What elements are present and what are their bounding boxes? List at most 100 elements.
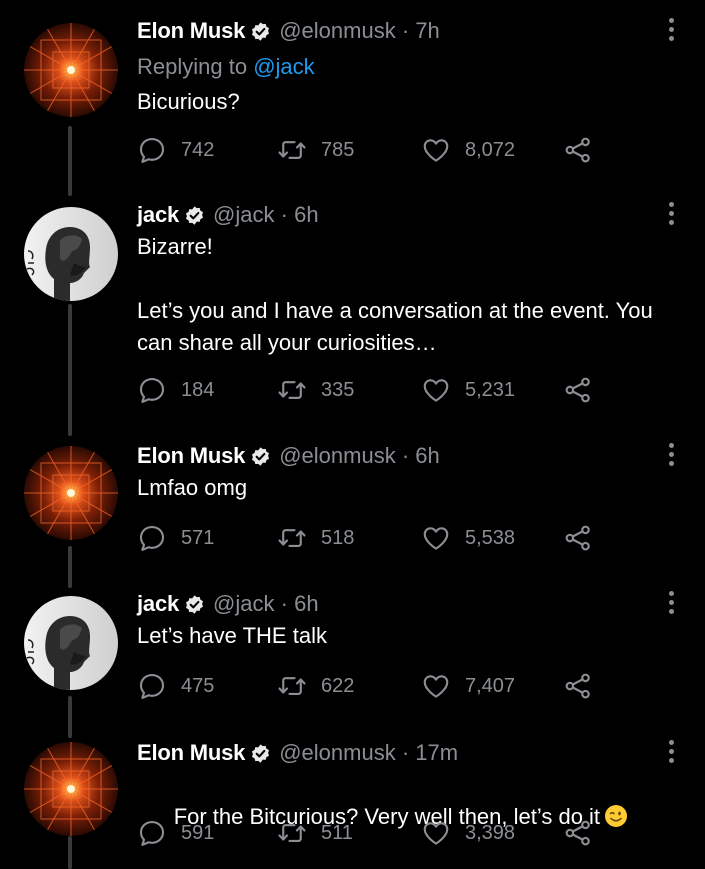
more-options-icon[interactable] xyxy=(659,202,683,232)
reply-count: 571 xyxy=(181,526,215,549)
reply-button[interactable]: 571 xyxy=(137,522,214,554)
reply-icon xyxy=(139,820,165,846)
reply-icon xyxy=(139,525,165,551)
share-icon xyxy=(565,673,590,699)
timestamp[interactable]: 6h xyxy=(415,443,439,469)
like-button[interactable]: 3,398 xyxy=(421,817,515,849)
retweet-count: 622 xyxy=(321,674,355,697)
share-icon xyxy=(565,377,590,403)
like-count: 5,231 xyxy=(465,378,516,401)
share-button[interactable] xyxy=(563,374,593,406)
thread-line xyxy=(68,546,72,588)
separator: · xyxy=(280,591,288,616)
display-name[interactable]: Elon Musk xyxy=(137,443,245,469)
handle[interactable]: @elonmusk xyxy=(279,18,396,44)
more-options-icon[interactable] xyxy=(659,591,683,621)
tweet-actions: 571 518 5,538 xyxy=(137,522,607,554)
more-options-icon[interactable] xyxy=(659,443,683,473)
display-name[interactable]: Elon Musk xyxy=(137,18,245,44)
jack-avatar[interactable] xyxy=(24,207,118,301)
retweet-button[interactable]: 335 xyxy=(277,374,354,406)
retweet-icon xyxy=(278,381,306,399)
retweet-button[interactable]: 518 xyxy=(277,522,354,554)
like-button[interactable]: 8,072 xyxy=(421,134,515,166)
elon-avatar[interactable] xyxy=(24,446,118,540)
retweet-count: 335 xyxy=(321,378,355,401)
heart-icon xyxy=(423,379,449,402)
timestamp[interactable]: 6h xyxy=(294,202,318,228)
retweet-icon xyxy=(278,141,306,159)
retweet-icon xyxy=(278,529,306,547)
jack-avatar[interactable] xyxy=(24,596,118,690)
tweet-header: Elon Musk @elonmusk · 7h xyxy=(137,18,665,44)
reply-count: 475 xyxy=(181,674,215,697)
retweet-count: 518 xyxy=(321,526,355,549)
like-count: 8,072 xyxy=(465,138,516,161)
verified-badge-icon xyxy=(250,743,271,764)
handle[interactable]: @jack xyxy=(213,202,274,228)
tweet-actions: 475 622 7,407 xyxy=(137,670,607,702)
tweet-text: Bicurious? xyxy=(137,89,240,114)
more-options-icon[interactable] xyxy=(659,18,683,48)
display-name[interactable]: jack xyxy=(137,202,179,228)
elon-avatar[interactable] xyxy=(24,23,118,117)
reply-button[interactable]: 184 xyxy=(137,374,214,406)
tweet-actions: 184 335 5,231 xyxy=(137,374,607,406)
reply-count: 742 xyxy=(181,138,215,161)
reply-button[interactable]: 475 xyxy=(137,670,214,702)
retweet-button[interactable]: 785 xyxy=(277,134,354,166)
timestamp[interactable]: 6h xyxy=(294,591,318,617)
separator: · xyxy=(401,740,410,765)
like-button[interactable]: 7,407 xyxy=(421,670,515,702)
heart-icon xyxy=(423,139,449,162)
share-button[interactable] xyxy=(563,670,593,702)
reply-button[interactable]: 591 xyxy=(137,817,214,849)
separator: · xyxy=(401,443,410,468)
share-button[interactable] xyxy=(563,817,593,849)
share-icon xyxy=(565,137,590,163)
reply-count: 184 xyxy=(181,378,215,401)
tweet-header: jack @jack · 6h xyxy=(137,202,665,228)
share-button[interactable] xyxy=(563,134,593,166)
thread-line xyxy=(68,304,72,436)
handle[interactable]: @elonmusk xyxy=(279,740,396,766)
like-count: 5,538 xyxy=(465,526,516,549)
retweet-button[interactable]: 511 xyxy=(277,817,353,849)
retweet-icon xyxy=(278,677,306,695)
timestamp[interactable]: 17m xyxy=(415,740,458,766)
handle[interactable]: @jack xyxy=(213,591,274,617)
display-name[interactable]: jack xyxy=(137,591,179,617)
like-count: 3,398 xyxy=(465,821,516,844)
heart-icon xyxy=(423,675,449,698)
reply-icon xyxy=(139,673,165,699)
replying-to-link[interactable]: @jack xyxy=(253,54,314,79)
heart-icon xyxy=(423,527,449,550)
retweet-button[interactable]: 622 xyxy=(277,670,354,702)
more-options-icon[interactable] xyxy=(659,740,683,770)
tweet-text: Bizarre! Let’s you and I have a conversa… xyxy=(137,234,653,355)
winking-face-emoji xyxy=(604,804,628,828)
like-button[interactable]: 5,231 xyxy=(421,374,515,406)
display-name[interactable]: Elon Musk xyxy=(137,740,245,766)
reply-icon xyxy=(139,377,165,403)
share-button[interactable] xyxy=(563,522,593,554)
heart-icon xyxy=(423,822,449,845)
replying-prefix: Replying to xyxy=(137,54,248,79)
reply-button[interactable]: 742 xyxy=(137,134,214,166)
tweet-header: jack @jack · 6h xyxy=(137,591,665,617)
elon-avatar[interactable] xyxy=(24,742,118,836)
retweet-count: 785 xyxy=(321,138,355,161)
like-count: 7,407 xyxy=(465,674,516,697)
retweet-count: 511 xyxy=(321,821,353,844)
handle[interactable]: @elonmusk xyxy=(279,443,396,469)
reply-count: 591 xyxy=(181,821,215,844)
like-button[interactable]: 5,538 xyxy=(421,522,515,554)
thread-line xyxy=(68,126,72,196)
tweet-actions: 742 785 8,072 xyxy=(137,134,607,166)
verified-badge-icon xyxy=(250,446,271,467)
reply-icon xyxy=(139,137,165,163)
timestamp[interactable]: 7h xyxy=(415,18,439,44)
tweet-actions: 591 511 3,398 xyxy=(137,817,607,849)
share-icon xyxy=(565,525,590,551)
tweet-text: Lmfao omg xyxy=(137,475,248,500)
